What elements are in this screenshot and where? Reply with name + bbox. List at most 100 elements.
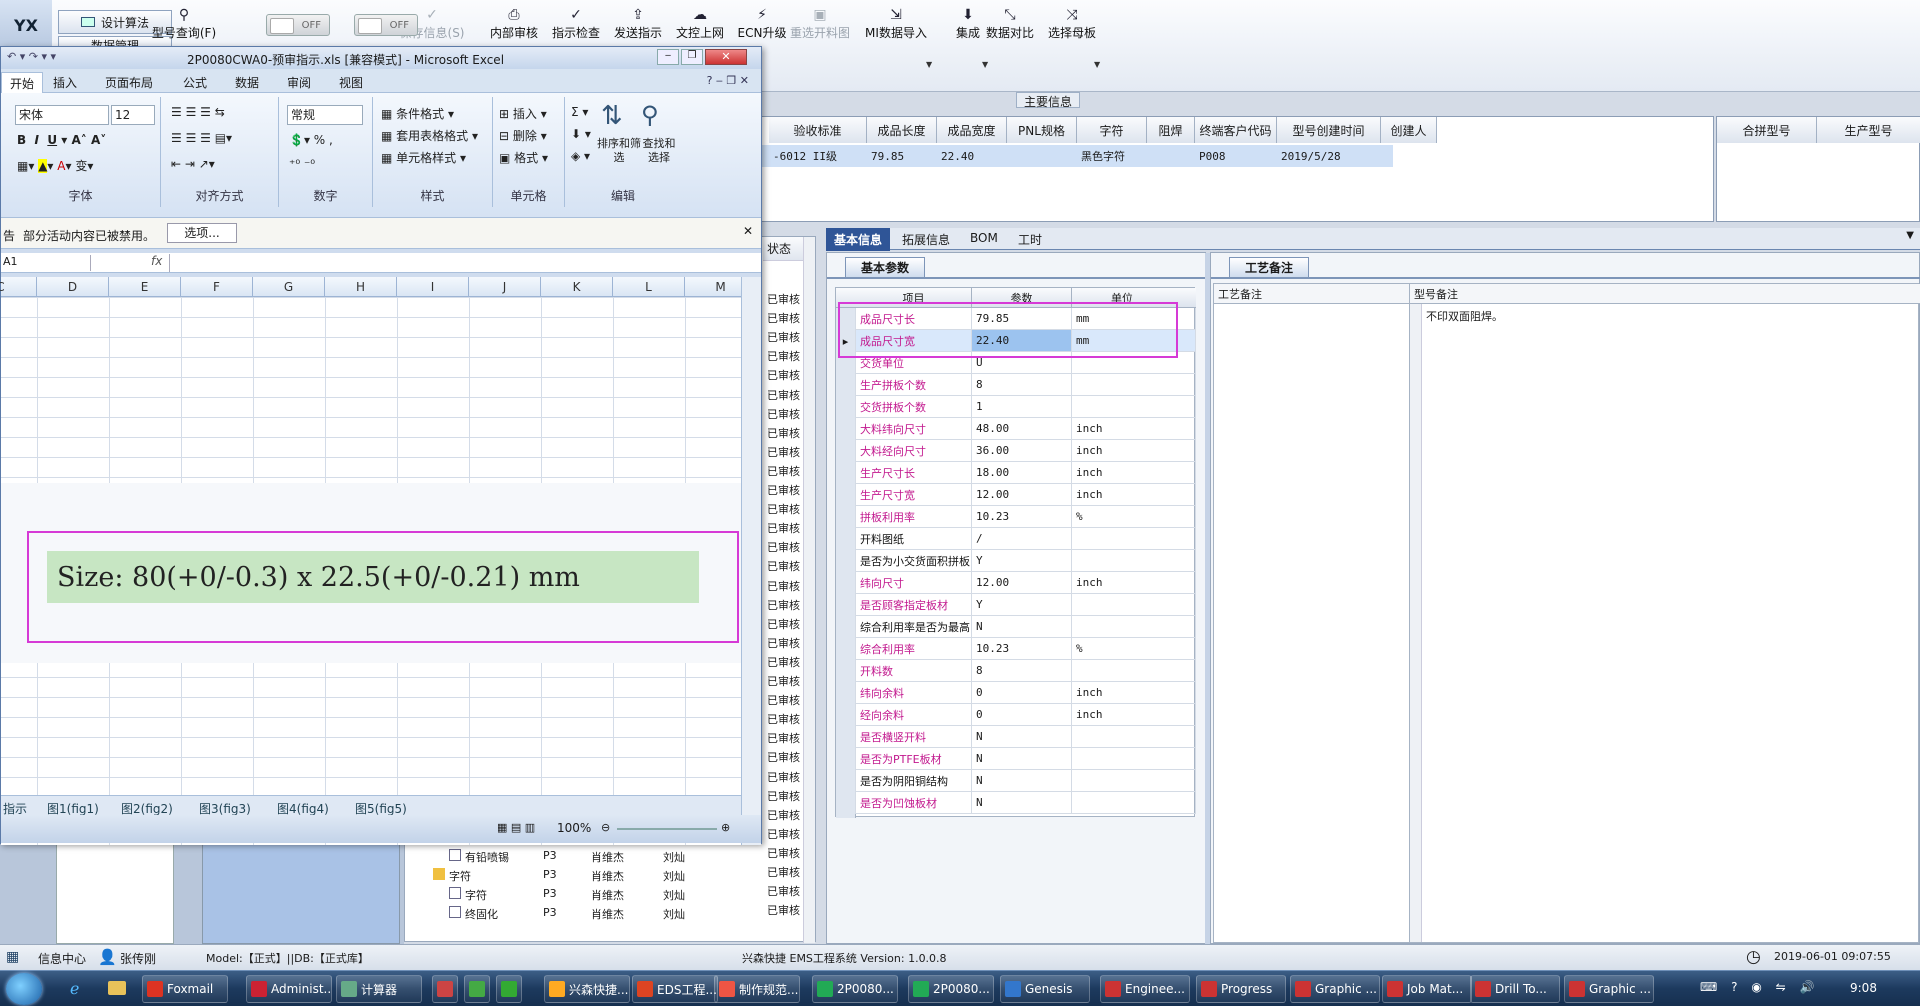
cell-style-button[interactable]: ▦ 单元格样式 ▾ bbox=[381, 149, 466, 166]
restore-button[interactable]: ❐ bbox=[681, 49, 703, 65]
help-icon[interactable]: ? ‒ ❐ ✕ bbox=[707, 74, 749, 87]
taskbar-item-14[interactable]: Graphic ... bbox=[1290, 975, 1380, 1003]
font-size-select[interactable]: 12 bbox=[111, 105, 155, 125]
dropdown-arrow-icon[interactable]: ▼ bbox=[982, 60, 988, 69]
param-row[interactable]: 开料数 8 bbox=[836, 660, 1196, 682]
ie-icon[interactable]: ℯ bbox=[70, 979, 79, 998]
taskbar-item-0[interactable]: Foxmail bbox=[142, 975, 228, 1003]
excel-titlebar[interactable]: ↶ ▾ ↷ ▾ ▾ 2P0080CWA0-预审指示.xls [兼容模式] - M… bbox=[1, 47, 761, 69]
find-select-button[interactable]: 查找和选择 bbox=[639, 137, 679, 165]
taskbar-item-16[interactable]: Drill To... bbox=[1470, 975, 1560, 1003]
zoom-out-icon[interactable]: ⊖ bbox=[601, 821, 610, 834]
tab-process-notes[interactable]: 工艺备注 bbox=[1229, 257, 1309, 277]
column-header[interactable]: F bbox=[181, 277, 253, 297]
tree-row[interactable]: 字符 P3 肖维杰 刘灿 bbox=[419, 866, 759, 884]
taskbar-item-12[interactable]: Enginee... bbox=[1100, 975, 1190, 1003]
insert-cell-button[interactable]: ⊞ 插入 ▾ bbox=[499, 105, 547, 122]
chevron-down-icon[interactable]: ▼ bbox=[1906, 230, 1914, 241]
clear-icon[interactable]: ◈ ▾ bbox=[571, 149, 590, 163]
name-box[interactable]: A1 bbox=[3, 255, 91, 271]
taskbar-item-5[interactable] bbox=[496, 975, 522, 1003]
column-header[interactable]: D bbox=[37, 277, 109, 297]
param-row[interactable]: 纬向尺寸 12.00 inch bbox=[836, 572, 1196, 594]
taskbar-item-10[interactable]: 2P0080... bbox=[908, 975, 994, 1003]
vertical-scrollbar[interactable] bbox=[741, 277, 761, 845]
toolbar-button-4[interactable]: ⇪ 发送指示 bbox=[614, 6, 662, 46]
ribbon-tab-0[interactable]: 开始 bbox=[1, 72, 44, 93]
toolbar-button-7[interactable]: ▣ 重选开料图 bbox=[790, 6, 850, 46]
tray-icons[interactable]: ⌨ ? ◉ ⇋ 🔊 bbox=[1700, 980, 1819, 994]
toolbar-button-8[interactable]: ⇲ MI数据导入 bbox=[865, 6, 927, 46]
undo-icon[interactable]: ↶ ▾ ↷ ▾ ▾ bbox=[7, 50, 56, 63]
param-row[interactable]: 是否为阴阳铜结构 N bbox=[836, 770, 1196, 792]
number-format-select[interactable]: 常规 bbox=[287, 105, 363, 125]
align-left-icon[interactable]: ☰ ☰ ☰ ▤▾ bbox=[171, 131, 232, 145]
tree-row[interactable]: 有铅喷锡 P3 肖维杰 刘灿 bbox=[419, 847, 759, 865]
ribbon-tab-5[interactable]: 审阅 bbox=[279, 72, 319, 93]
model-note-text[interactable]: 不印双面阻焊。 bbox=[1426, 308, 1503, 324]
options-button[interactable]: 选项... bbox=[167, 223, 237, 243]
toggle-switch-2[interactable]: OFF bbox=[354, 14, 418, 36]
column-header[interactable]: E bbox=[109, 277, 181, 297]
column-header[interactable]: K bbox=[541, 277, 613, 297]
param-row[interactable]: 是否顾客指定板材 Y bbox=[836, 594, 1196, 616]
decimal-icon[interactable]: ⁺⁰ ⁻⁰ bbox=[289, 157, 315, 171]
taskbar-item-7[interactable]: EDS工程... bbox=[632, 975, 718, 1003]
close-button[interactable]: ✕ bbox=[705, 49, 747, 65]
sum-icon[interactable]: Σ ▾ bbox=[571, 105, 588, 119]
toolbar-button-0[interactable]: ⚲ 型号查询(F) bbox=[152, 6, 216, 46]
ribbon-tab-6[interactable]: 视图 bbox=[331, 72, 371, 93]
param-row[interactable]: 开料图纸 / bbox=[836, 528, 1196, 550]
column-header[interactable]: I bbox=[397, 277, 469, 297]
param-row[interactable]: 是否为凹蚀板材 N bbox=[836, 792, 1196, 814]
toolbar-button-2[interactable]: ⎙ 内部审核 bbox=[490, 6, 538, 46]
param-row[interactable]: 是否为PTFE板材 N bbox=[836, 748, 1196, 770]
view-icons[interactable]: ▦ ▤ ▥ bbox=[497, 821, 535, 834]
table-row[interactable]: -6012 II级 79.85 22.40 黑色字符 P008 2019/5/28 bbox=[741, 145, 1393, 167]
taskbar-item-11[interactable]: Genesis bbox=[1000, 975, 1090, 1003]
tab-detail-3[interactable]: 工时 bbox=[1010, 228, 1050, 251]
taskbar-item-13[interactable]: Progress bbox=[1196, 975, 1286, 1003]
param-row[interactable]: 拼板利用率 10.23% bbox=[836, 506, 1196, 528]
toolbar-button-3[interactable]: ✓ 指示检查 bbox=[552, 6, 600, 46]
tree-row[interactable]: 终固化 P3 肖维杰 刘灿 bbox=[419, 904, 759, 922]
font-name-select[interactable]: 宋体 bbox=[15, 105, 109, 125]
taskbar-item-4[interactable] bbox=[464, 975, 490, 1003]
column-header[interactable]: H bbox=[325, 277, 397, 297]
taskbar-item-17[interactable]: Graphic ... bbox=[1564, 975, 1654, 1003]
format-cell-button[interactable]: ▣ 格式 ▾ bbox=[499, 149, 548, 166]
start-button[interactable] bbox=[6, 973, 42, 1005]
column-header[interactable]: J bbox=[469, 277, 541, 297]
taskbar-item-3[interactable] bbox=[432, 975, 458, 1003]
taskbar-item-9[interactable]: 2P0080... bbox=[812, 975, 898, 1003]
zoom-in-icon[interactable]: ⊕ bbox=[721, 821, 730, 834]
find-icon[interactable]: ⚲ bbox=[641, 101, 659, 129]
tree-row[interactable]: 字符 P3 肖维杰 刘灿 bbox=[419, 885, 759, 903]
param-row[interactable]: 生产拼板个数 8 bbox=[836, 374, 1196, 396]
tab-basic-params[interactable]: 基本参数 bbox=[845, 257, 925, 277]
param-row[interactable]: 是否为小交货面积拼板 Y bbox=[836, 550, 1196, 572]
taskbar-item-15[interactable]: Job Mat... bbox=[1382, 975, 1472, 1003]
minimize-button[interactable]: ‒ bbox=[657, 49, 679, 65]
delete-cell-button[interactable]: ⊟ 删除 ▾ bbox=[499, 127, 547, 144]
note-scrollbar[interactable] bbox=[1410, 304, 1422, 942]
dropdown-arrow-icon[interactable]: ▼ bbox=[1094, 60, 1100, 69]
toolbar-button-5[interactable]: ☁ 文控上网 bbox=[676, 6, 724, 46]
process-note-field[interactable] bbox=[1214, 304, 1410, 942]
toolbar-button-11[interactable]: ⤨ 选择母板 bbox=[1048, 6, 1096, 46]
param-row[interactable]: 综合利用率是否为最高 N bbox=[836, 616, 1196, 638]
toolbar-button-6[interactable]: ⚡ ECN升级 bbox=[738, 6, 787, 46]
param-row[interactable]: 是否横竖开料 N bbox=[836, 726, 1196, 748]
toolbar-button-9[interactable]: ⬇ 集成 bbox=[956, 6, 980, 46]
fill-icon[interactable]: ⬇ ▾ bbox=[571, 127, 591, 141]
param-row[interactable]: 经向余料 0 inch bbox=[836, 704, 1196, 726]
ribbon-tab-3[interactable]: 公式 bbox=[175, 72, 215, 93]
param-row[interactable]: 生产尺寸宽 12.00 inch bbox=[836, 484, 1196, 506]
param-row[interactable]: 大料经向尺寸 36.00 inch bbox=[836, 440, 1196, 462]
sort-filter-button[interactable]: 排序和筛选 bbox=[597, 137, 641, 165]
close-icon[interactable]: ✕ bbox=[743, 224, 753, 238]
toggle-switch-1[interactable]: OFF bbox=[266, 14, 330, 36]
info-center[interactable]: 信息中心 bbox=[38, 950, 86, 967]
tree-scrollbar[interactable] bbox=[803, 237, 815, 943]
indent-icon[interactable]: ⇤ ⇥ ↗▾ bbox=[171, 157, 215, 171]
